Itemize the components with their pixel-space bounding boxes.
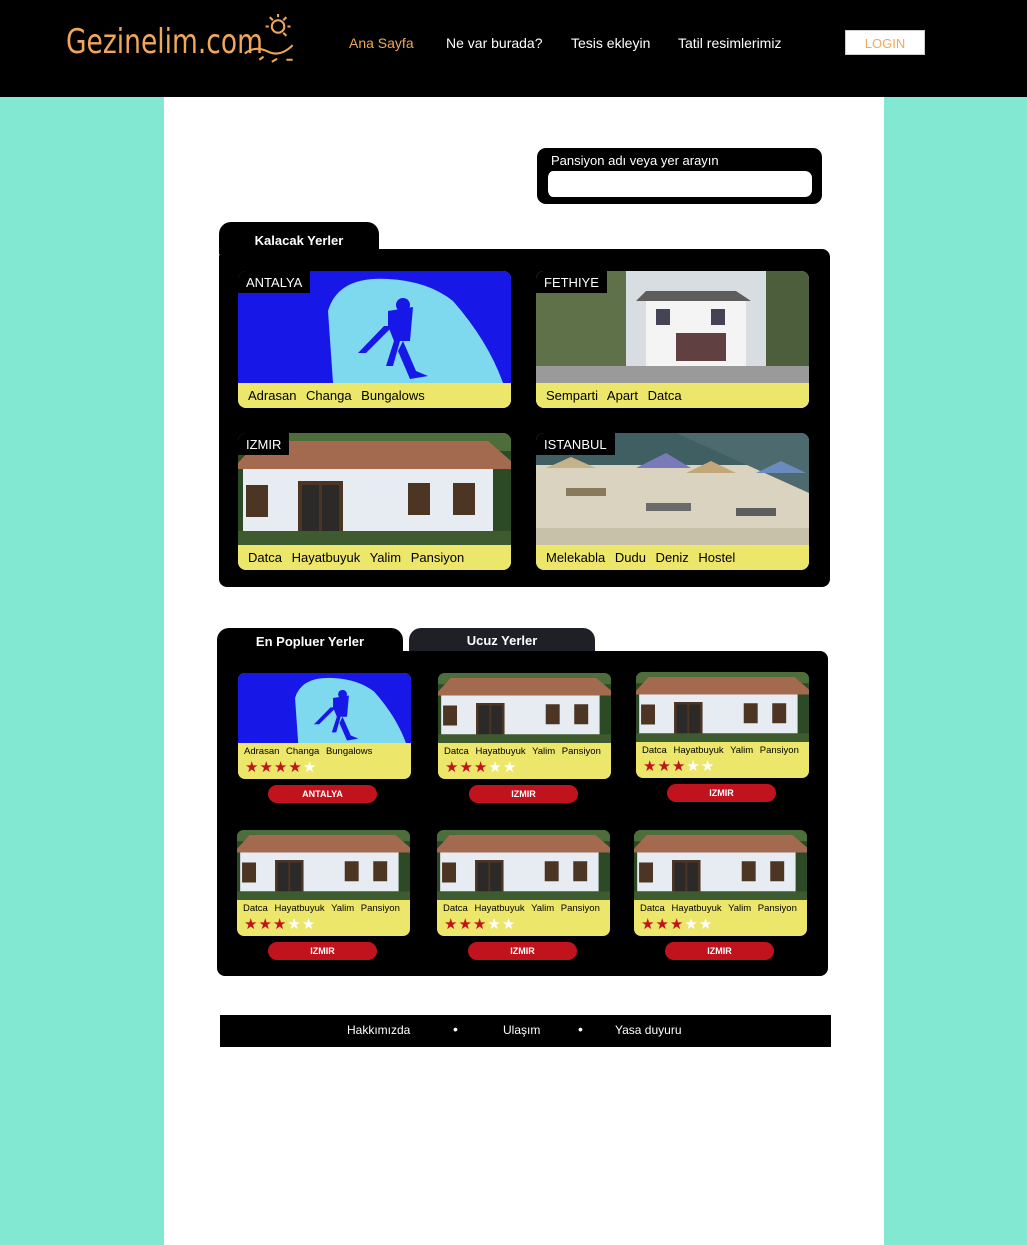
- star-empty-icon: ★: [501, 916, 517, 933]
- popular-card[interactable]: Adrasan Changa Bungalows ★★★★★: [238, 673, 411, 779]
- star-filled-icon: ★: [273, 759, 289, 776]
- city-button[interactable]: IZMIR: [469, 785, 578, 803]
- star-empty-icon: ★: [686, 758, 701, 775]
- star-filled-icon: ★: [655, 916, 670, 933]
- city-button[interactable]: IZMIR: [468, 942, 577, 960]
- star-empty-icon: ★: [287, 916, 302, 933]
- popular-card[interactable]: Datca Hayatbuyuk Yalim Pansiyon ★★★★★: [438, 673, 611, 779]
- star-empty-icon: ★: [487, 916, 502, 933]
- nav-whats-here[interactable]: Ne var burada?: [446, 35, 543, 51]
- top-nav-bar: Gezinelim.com Ana Sayfa Ne var burada? T…: [0, 0, 1027, 97]
- star-filled-icon: ★: [445, 759, 460, 776]
- popular-caption: Datca Hayatbuyuk Yalim Pansiyon: [243, 903, 400, 914]
- star-empty-icon: ★: [502, 759, 518, 776]
- rating-stars: ★★★★★: [641, 917, 713, 932]
- rating-stars: ★★★★★: [444, 917, 516, 932]
- city-button[interactable]: IZMIR: [268, 942, 377, 960]
- place-caption: Semparti Apart Datca: [536, 383, 809, 408]
- popular-caption: Datca Hayatbuyuk Yalim Pansiyon: [640, 903, 797, 914]
- house-photo-icon: [636, 672, 809, 742]
- star-filled-icon: ★: [444, 916, 459, 933]
- search-box: Pansiyon adı veya yer arayın: [537, 148, 822, 204]
- house-photo-icon: [438, 673, 611, 743]
- star-empty-icon: ★: [684, 916, 699, 933]
- star-empty-icon: ★: [302, 759, 318, 776]
- star-filled-icon: ★: [458, 916, 473, 933]
- star-filled-icon: ★: [641, 916, 656, 933]
- place-city: IZMIR: [238, 433, 290, 455]
- star-empty-icon: ★: [488, 759, 503, 776]
- house-photo-icon: [437, 830, 610, 900]
- rating-stars: ★★★★★: [643, 759, 715, 774]
- place-card-fethiye[interactable]: FETHIYE Semparti Apart Datca: [536, 271, 809, 408]
- place-city: ANTALYA: [238, 271, 311, 293]
- popular-card[interactable]: Datca Hayatbuyuk Yalim Pansiyon ★★★★★: [237, 830, 410, 936]
- site-logo[interactable]: Gezinelim.com: [66, 16, 308, 66]
- diver-cave-icon: [238, 673, 411, 743]
- logo-text: Gezinelim.com: [66, 22, 263, 62]
- sun-logo-icon: [244, 14, 308, 66]
- star-filled-icon: ★: [473, 759, 489, 776]
- place-city: ISTANBUL: [536, 433, 615, 455]
- rating-stars: ★★★★★: [244, 917, 316, 932]
- place-caption: Adrasan Changa Bungalows: [238, 383, 511, 408]
- popular-card[interactable]: Datca Hayatbuyuk Yalim Pansiyon ★★★★★: [634, 830, 807, 936]
- star-empty-icon: ★: [700, 758, 716, 775]
- nav-holiday-photos[interactable]: Tatil resimlerimiz: [678, 35, 781, 51]
- place-card-antalya[interactable]: ANTALYA Adrasan Changa Bungalows: [238, 271, 511, 408]
- search-input[interactable]: [546, 171, 812, 197]
- star-filled-icon: ★: [272, 916, 288, 933]
- star-filled-icon: ★: [671, 758, 687, 775]
- search-label: Pansiyon adı veya yer arayın: [551, 153, 719, 168]
- star-empty-icon: ★: [301, 916, 317, 933]
- star-filled-icon: ★: [472, 916, 488, 933]
- star-filled-icon: ★: [259, 759, 274, 776]
- place-caption: Datca Hayatbuyuk Yalim Pansiyon: [238, 545, 511, 570]
- rating-stars: ★★★★★: [445, 760, 517, 775]
- footer-separator: •: [453, 1021, 458, 1037]
- place-city: FETHIYE: [536, 271, 607, 293]
- footer-link-about[interactable]: Hakkımızda: [347, 1023, 410, 1037]
- star-filled-icon: ★: [669, 916, 685, 933]
- footer-link-legal[interactable]: Yasa duyuru: [615, 1023, 682, 1037]
- star-empty-icon: ★: [698, 916, 714, 933]
- star-filled-icon: ★: [643, 758, 658, 775]
- footer-separator: •: [578, 1021, 583, 1037]
- popular-card[interactable]: Datca Hayatbuyuk Yalim Pansiyon ★★★★★: [636, 672, 809, 778]
- popular-caption: Datca Hayatbuyuk Yalim Pansiyon: [444, 746, 601, 757]
- star-filled-icon: ★: [245, 759, 260, 776]
- nav-home[interactable]: Ana Sayfa: [349, 35, 414, 51]
- star-filled-icon: ★: [657, 758, 672, 775]
- nav-add-facility[interactable]: Tesis ekleyin: [571, 35, 650, 51]
- city-button[interactable]: ANTALYA: [268, 785, 377, 803]
- star-filled-icon: ★: [258, 916, 273, 933]
- house-photo-icon: [237, 830, 410, 900]
- popular-caption: Datca Hayatbuyuk Yalim Pansiyon: [443, 903, 600, 914]
- popular-caption: Datca Hayatbuyuk Yalim Pansiyon: [642, 745, 799, 756]
- place-caption: Melekabla Dudu Deniz Hostel: [536, 545, 809, 570]
- footer-bar: Hakkımızda • Ulaşım • Yasa duyuru: [220, 1015, 831, 1047]
- city-button[interactable]: IZMIR: [665, 942, 774, 960]
- place-card-izmir[interactable]: IZMIR Datca Hayatbuyuk Yalim Pansiyon: [238, 433, 511, 570]
- city-button[interactable]: IZMIR: [667, 784, 776, 802]
- popular-caption: Adrasan Changa Bungalows: [244, 746, 373, 757]
- star-filled-icon: ★: [244, 916, 259, 933]
- star-filled-icon: ★: [288, 759, 303, 776]
- popular-card[interactable]: Datca Hayatbuyuk Yalim Pansiyon ★★★★★: [437, 830, 610, 936]
- rating-stars: ★★★★★: [245, 760, 317, 775]
- login-button[interactable]: LOGIN: [845, 30, 925, 55]
- footer-link-transport[interactable]: Ulaşım: [503, 1023, 540, 1037]
- place-card-istanbul[interactable]: ISTANBUL Melekabla Dudu Deniz Hostel: [536, 433, 809, 570]
- star-filled-icon: ★: [459, 759, 474, 776]
- house-photo-icon: [634, 830, 807, 900]
